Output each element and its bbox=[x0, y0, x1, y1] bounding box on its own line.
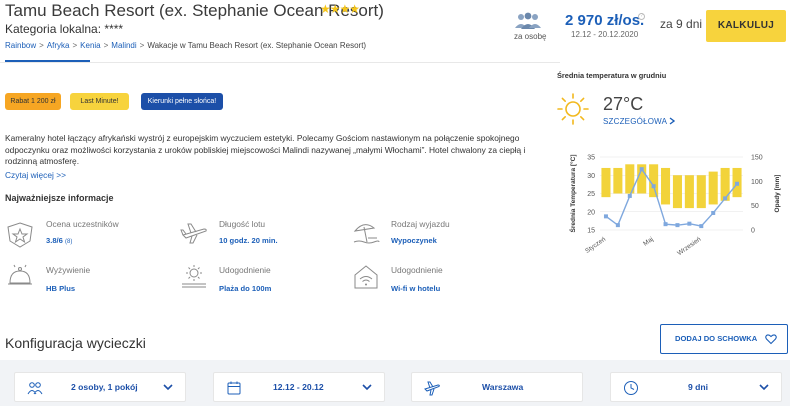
breadcrumb-kenia[interactable]: Kenia bbox=[80, 41, 100, 50]
persons-icon bbox=[515, 12, 541, 29]
chevron-right-icon bbox=[669, 117, 676, 125]
key-info-heading: Najważniejsze informacje bbox=[5, 193, 114, 203]
breadcrumb: Rainbow > Afryka > Kenia > Malindi > Wakacje w T… bbox=[5, 41, 367, 50]
breadcrumb-rainbow[interactable]: Rainbow bbox=[5, 41, 36, 50]
add-to-favorites-button[interactable]: DODAJ DO SCHOWKA bbox=[660, 324, 788, 354]
config-title: Konfiguracja wycieczki bbox=[5, 335, 146, 351]
info-value-facility-wifi: Wi-fi w hotelu bbox=[391, 284, 441, 293]
persons-select[interactable]: 2 osoby, 1 pokój bbox=[14, 372, 186, 402]
header-divider bbox=[0, 62, 560, 63]
wifi-house-icon bbox=[354, 265, 378, 289]
badge-sunny-destinations[interactable]: Kierunki pełne słońca! bbox=[141, 93, 223, 110]
chart-precip-point bbox=[627, 193, 632, 198]
chart-precip-point bbox=[687, 221, 692, 226]
chart-right-axis-label: Opady [mm] bbox=[774, 175, 781, 213]
chart-left-tick-label: 30 bbox=[587, 173, 595, 180]
chart-temp-bar bbox=[601, 167, 611, 198]
price-info-icon[interactable]: ? bbox=[638, 13, 645, 20]
chart-precip-point bbox=[651, 184, 656, 189]
breadcrumb-malindi[interactable]: Malindi bbox=[111, 41, 136, 50]
weather-detail-link[interactable]: SZCZEGÓŁOWA bbox=[603, 117, 676, 126]
info-value-flight: 10 godz. 20 min. bbox=[219, 236, 278, 245]
chart-x-tick-label: Wrzesień bbox=[676, 236, 702, 257]
info-label-facility-wifi: Udogodnienie bbox=[391, 265, 443, 275]
clock-icon bbox=[624, 381, 638, 395]
departure-select-value: Warszawa bbox=[482, 382, 524, 392]
info-value-board: HB Plus bbox=[46, 284, 76, 293]
hotel-category: Kategoria lokalna: **** bbox=[5, 22, 124, 36]
chart-right-tick-label: 0 bbox=[751, 228, 755, 235]
chart-temp-bar bbox=[613, 167, 623, 194]
info-value-facility-beach: Plaża do 100m bbox=[219, 284, 272, 293]
hotel-description: Kameralny hotel łączący afrykański wystr… bbox=[5, 133, 526, 166]
departure-select[interactable]: Warszawa bbox=[411, 372, 583, 402]
price-duration: za 9 dni bbox=[660, 17, 703, 31]
people-icon bbox=[27, 382, 43, 395]
chart-left-tick-label: 20 bbox=[587, 209, 595, 216]
info-label-flight: Długość lotu bbox=[219, 219, 266, 229]
duration-select-value: 9 dni bbox=[688, 382, 709, 392]
climate-chart: 15 20 25 30 35 0 50 100 150 Styczeń Maj Wrzesień Śre… bbox=[568, 155, 781, 258]
per-person-label: za osobę bbox=[514, 32, 547, 41]
breadcrumb-current: Wakacje w Tamu Beach Resort (ex. Stephan… bbox=[147, 41, 367, 50]
price-date-range: 12.12 - 20.12.2020 bbox=[571, 30, 639, 39]
chart-right-tick-label: 50 bbox=[751, 203, 759, 210]
info-label-trip-type: Rodzaj wyjazdu bbox=[391, 219, 450, 229]
persons-select-value: 2 osoby, 1 pokój bbox=[71, 382, 138, 392]
chart-precip-point bbox=[639, 167, 644, 172]
airplane-icon bbox=[180, 223, 207, 244]
price: 2 970 zł/os. bbox=[565, 12, 645, 29]
chart-temp-bar bbox=[672, 175, 682, 209]
chart-temp-bar bbox=[684, 175, 694, 209]
badge-last-minute[interactable]: Last Minute! bbox=[70, 93, 129, 110]
rating-star-icon bbox=[7, 222, 33, 248]
airplane-icon bbox=[424, 381, 440, 396]
calculate-button[interactable]: KALKULUJ bbox=[706, 10, 786, 42]
read-more-link[interactable]: Czytaj więcej >> bbox=[5, 170, 66, 180]
chart-precip-point bbox=[711, 210, 716, 215]
chart-left-tick-label: 35 bbox=[587, 155, 595, 162]
beach-umbrella-icon bbox=[353, 224, 380, 244]
sun-water-icon bbox=[182, 265, 206, 288]
chart-right-tick-label: 150 bbox=[751, 155, 763, 162]
chart-left-axis-label: Średnia Temperatura [°C] bbox=[568, 155, 577, 233]
heart-icon bbox=[765, 334, 777, 345]
chart-precip-point bbox=[615, 223, 620, 228]
chart-x-tick-label: Styczeń bbox=[584, 236, 607, 255]
info-label-rating: Ocena uczestników bbox=[46, 219, 119, 229]
chart-left-tick-label: 25 bbox=[587, 191, 595, 198]
chart-temp-bar bbox=[720, 167, 730, 201]
weather-title: Średnia temperatura w grudniu bbox=[557, 71, 667, 80]
info-label-board: Wyżywienie bbox=[46, 265, 91, 275]
chart-precip-point bbox=[735, 181, 740, 186]
chart-precip-point bbox=[603, 214, 608, 219]
info-value-trip-type: Wypoczynek bbox=[391, 236, 437, 245]
dates-select[interactable]: 12.12 - 20.12 bbox=[213, 372, 385, 402]
chart-precip-point bbox=[723, 196, 728, 201]
chart-temp-bar bbox=[708, 171, 718, 205]
chart-temp-bar bbox=[661, 167, 671, 205]
breadcrumb-afryka[interactable]: Afryka bbox=[47, 41, 70, 50]
badge-discount[interactable]: Rabat 1 200 zł bbox=[5, 93, 61, 110]
sun-icon bbox=[557, 93, 589, 125]
chart-temp-bar bbox=[696, 175, 706, 209]
chart-precip-point bbox=[663, 222, 668, 227]
chart-left-tick-label: 15 bbox=[587, 228, 595, 235]
chevron-down-icon bbox=[163, 384, 173, 391]
info-value-rating: 3.8/6 (8) bbox=[46, 236, 73, 245]
chart-precip-point bbox=[699, 224, 704, 229]
dates-select-value: 12.12 - 20.12 bbox=[273, 382, 324, 392]
chart-right-tick-label: 100 bbox=[751, 179, 763, 186]
chevron-down-icon bbox=[759, 384, 769, 391]
duration-select[interactable]: 9 dni bbox=[610, 372, 782, 402]
food-cloche-icon bbox=[8, 264, 32, 285]
chevron-down-icon bbox=[362, 384, 372, 391]
hotel-stars: ★★★★ bbox=[320, 2, 360, 16]
chart-precip-point bbox=[675, 223, 680, 228]
info-label-facility-beach: Udogodnienie bbox=[219, 265, 271, 275]
calendar-icon bbox=[227, 381, 241, 395]
chart-x-tick-label: Maj bbox=[642, 236, 655, 248]
weather-temperature: 27°C bbox=[603, 94, 644, 114]
